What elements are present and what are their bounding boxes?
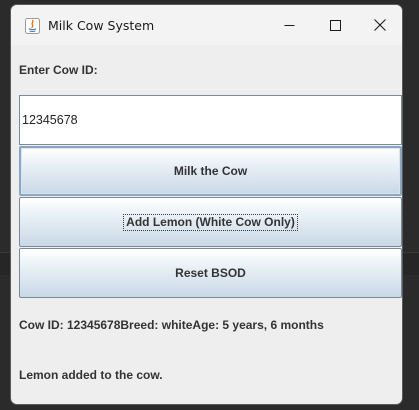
milk-cow-button-label: Milk the Cow <box>173 164 248 178</box>
app-window: Milk Cow System Enter Cow ID: Milk the C… <box>10 4 403 405</box>
maximize-icon <box>329 16 341 35</box>
title-bar[interactable]: Milk Cow System <box>11 5 402 45</box>
status-message: Lemon added to the cow. <box>19 368 163 382</box>
window-title: Milk Cow System <box>48 18 155 33</box>
maximize-button[interactable] <box>312 5 358 45</box>
milk-cow-button[interactable]: Milk the Cow <box>19 146 402 196</box>
reset-bsod-button-label: Reset BSOD <box>175 266 246 280</box>
add-lemon-button-label: Add Lemon (White Cow Only) <box>123 213 298 231</box>
reset-bsod-button[interactable]: Reset BSOD <box>19 248 402 298</box>
java-icon <box>25 18 40 34</box>
minimize-icon <box>284 16 295 35</box>
cow-id-label: Enter Cow ID: <box>19 63 98 77</box>
cow-id-input[interactable] <box>19 95 402 145</box>
close-button[interactable] <box>357 5 402 45</box>
cow-info-text: Cow ID: 12345678Breed: whiteAge: 5 years… <box>19 318 324 332</box>
close-icon <box>374 16 386 35</box>
minimize-button[interactable] <box>266 5 312 45</box>
add-lemon-button[interactable]: Add Lemon (White Cow Only) <box>19 197 402 247</box>
